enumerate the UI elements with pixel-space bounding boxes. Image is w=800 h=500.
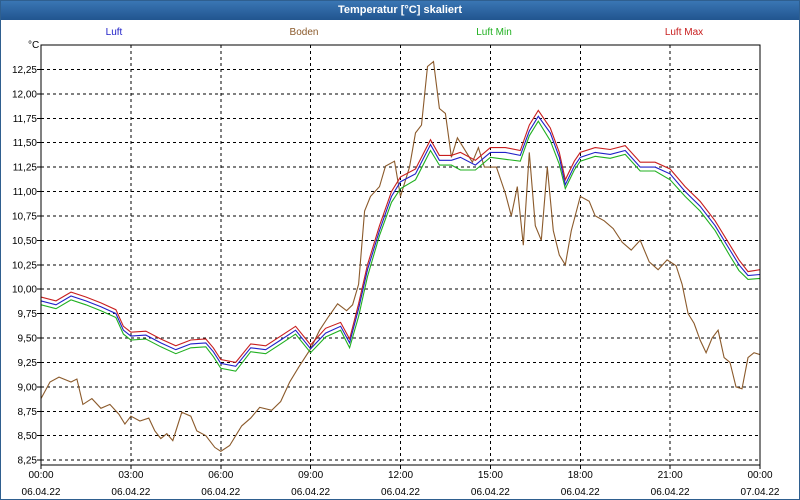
legend-entry-luft-min: Luft Min (476, 27, 512, 38)
legend-entry-luft: Luft (106, 27, 123, 38)
y-tick-label: 8,75 (18, 407, 38, 418)
grid (40, 45, 761, 465)
y-tick-label: 10,50 (12, 236, 37, 247)
x-tick-date-label: 06.04.22 (201, 487, 240, 498)
y-tick-label: 9,00 (18, 382, 38, 393)
y-tick-label: 12,00 (12, 89, 37, 100)
chart-window: Temperatur [°C] skaliert 8,25 8,50 8,75 9,0… (0, 0, 800, 500)
y-tick-label: 8,50 (18, 431, 38, 442)
x-tick-date-label: 06.04.22 (651, 487, 690, 498)
y-tick-label: 11,00 (13, 187, 38, 198)
x-tick-time-label: 21:00 (658, 470, 683, 481)
x-tick-time-label: 00:00 (28, 470, 53, 481)
y-tick-label: 11,75 (13, 114, 38, 125)
legend-entry-boden: Boden (290, 27, 319, 38)
temperature-chart: 8,25 8,50 8,75 9,00 9,25 9,50 9,75 10,00 10,25 10… (12, 27, 780, 498)
y-tick-label: 9,50 (18, 334, 38, 345)
x-tick-date-label: 06.04.22 (471, 487, 510, 498)
legend-entry-luft-max: Luft Max (665, 27, 703, 38)
y-axis-unit-label: °C (28, 40, 39, 51)
y-tick-label: 8,25 (18, 456, 38, 467)
x-tick-time-label: 03:00 (118, 470, 143, 481)
x-tick-date-label: 06.04.22 (111, 487, 150, 498)
x-tick-time-label: 15:00 (478, 470, 503, 481)
x-tick-date-label: 06.04.22 (291, 487, 330, 498)
x-tick-time-label: 12:00 (388, 470, 413, 481)
x-tick-time-label: 06:00 (208, 470, 233, 481)
x-tick-date-label: 06.04.22 (561, 487, 600, 498)
y-tick-label: 11,50 (13, 138, 38, 149)
y-tick-label: 10,00 (12, 285, 37, 296)
y-tick-label: 10,75 (12, 211, 37, 222)
legend: Luft Boden Luft Min Luft Max (106, 27, 704, 38)
y-tick-label: 9,75 (18, 309, 38, 320)
x-tick-time-label: 00:00 (747, 470, 772, 481)
y-tick-label: 9,25 (18, 358, 38, 369)
x-tick-date-label: 06.04.22 (22, 487, 61, 498)
y-tick-label: 12,25 (12, 65, 37, 76)
x-tick-date-label: 06.04.22 (381, 487, 420, 498)
y-tick-label: 10,25 (12, 260, 37, 271)
x-tick-time-label: 18:00 (568, 470, 593, 481)
y-tick-label: 11,25 (13, 163, 38, 174)
x-tick-time-label: 09:00 (298, 470, 323, 481)
x-tick-date-label: 07.04.22 (741, 487, 780, 498)
